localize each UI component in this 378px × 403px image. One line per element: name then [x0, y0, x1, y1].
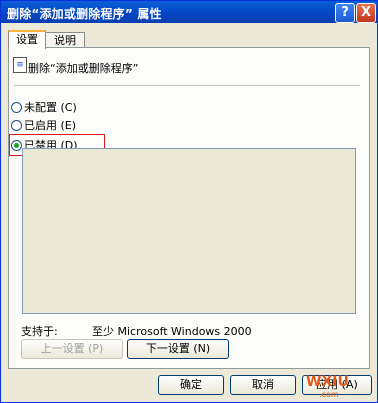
- radio-enabled[interactable]: 已启用 (E): [11, 117, 76, 133]
- close-button[interactable]: X: [356, 3, 376, 23]
- policy-name: 删除“添加或删除程序”: [28, 62, 139, 75]
- next-setting-button[interactable]: 下一设置 (N): [127, 339, 229, 359]
- policy-document-icon: ≡: [13, 57, 27, 73]
- radio-not-configured[interactable]: 未配置 (C): [11, 99, 77, 115]
- cancel-button[interactable]: 取消: [230, 375, 296, 395]
- divider: [14, 85, 360, 86]
- watermark-logo: WXIU: [306, 374, 349, 390]
- supported-on-label: 支持于:: [21, 325, 58, 338]
- ok-button[interactable]: 确定: [158, 375, 224, 395]
- help-button[interactable]: ?: [335, 3, 355, 23]
- radio-label: 未配置 (C): [24, 101, 77, 114]
- radio-label: 已启用 (E): [24, 119, 77, 132]
- description-area: [22, 148, 356, 314]
- title-bar[interactable]: 删除“添加或删除程序” 属性 ? X: [1, 1, 377, 23]
- window-title: 删除“添加或删除程序” 属性: [7, 7, 162, 21]
- properties-dialog: 删除“添加或删除程序” 属性 ? X 设置 说明 ≡ 删除“添加或删除程序” 未…: [0, 0, 378, 403]
- supported-on-value: 至少 Microsoft Windows 2000: [92, 325, 252, 338]
- previous-setting-button[interactable]: 上一设置 (P): [21, 339, 123, 359]
- radio-enabled-icon[interactable]: [11, 119, 22, 131]
- watermark-suffix: .com: [319, 390, 339, 399]
- tab-settings[interactable]: 设置: [8, 30, 46, 49]
- radio-not-configured-icon[interactable]: [11, 101, 22, 113]
